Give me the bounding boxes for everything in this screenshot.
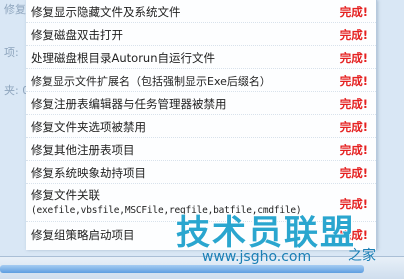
repair-item-status: 完成! [339,143,368,157]
repair-item-row: 修复显示隐藏文件及系统文件 完成! [26,0,376,23]
repair-item-label: 修复文件关联 [31,188,100,202]
repair-item-status: 完成! [339,74,368,88]
repair-item-status: 完成! [339,28,368,42]
repair-item-row: 修复磁盘双击打开 完成! [26,23,376,46]
repair-item-row: 修复注册表编辑器与任务管理器被禁用 完成! [26,92,376,115]
watermark-url: www.jsgho.com [202,249,312,265]
repair-item-label: 修复显示文件扩展名（包括强制显示Exe后缀名） [31,75,271,88]
repair-item-row: 处理磁盘根目录Autorun自运行文件 完成! [26,46,376,69]
background-text: 项: [4,46,19,59]
repair-item-status: 完成! [339,120,368,134]
repair-item-label: 修复文件夹选项被禁用 [31,120,146,134]
repair-item-label: 修复注册表编辑器与任务管理器被禁用 [31,97,227,111]
repair-item-status: 完成! [339,166,368,180]
repair-item-status: 完成! [339,51,368,65]
repair-item-status: 完成! [339,97,368,111]
repair-item-label: 修复系统映象劫持项目 [31,166,146,180]
repair-item-row: 修复文件夹选项被禁用 完成! [26,115,376,138]
site-watermark: 技术员联盟 www.jsgho.com 之家 [176,205,396,275]
repair-item-row: 修复系统映象劫持项目 完成! [26,161,376,184]
repair-item-row: 修复其他注册表项目 完成! [26,138,376,161]
repair-item-row: 修复显示文件扩展名（包括强制显示Exe后缀名） 完成! [26,69,376,92]
repair-item-label: 修复显示隐藏文件及系统文件 [31,5,181,19]
watermark-suffix: 之家 [348,248,376,264]
repair-item-label: 处理磁盘根目录Autorun自运行文件 [31,51,216,65]
watermark-title: 技术员联盟 [176,213,356,253]
repair-item-status: 完成! [339,5,368,19]
repair-item-label: 修复组策略启动项目 [31,228,135,242]
repair-item-label: 修复其他注册表项目 [31,143,135,157]
repair-item-label: 修复磁盘双击打开 [31,28,123,42]
